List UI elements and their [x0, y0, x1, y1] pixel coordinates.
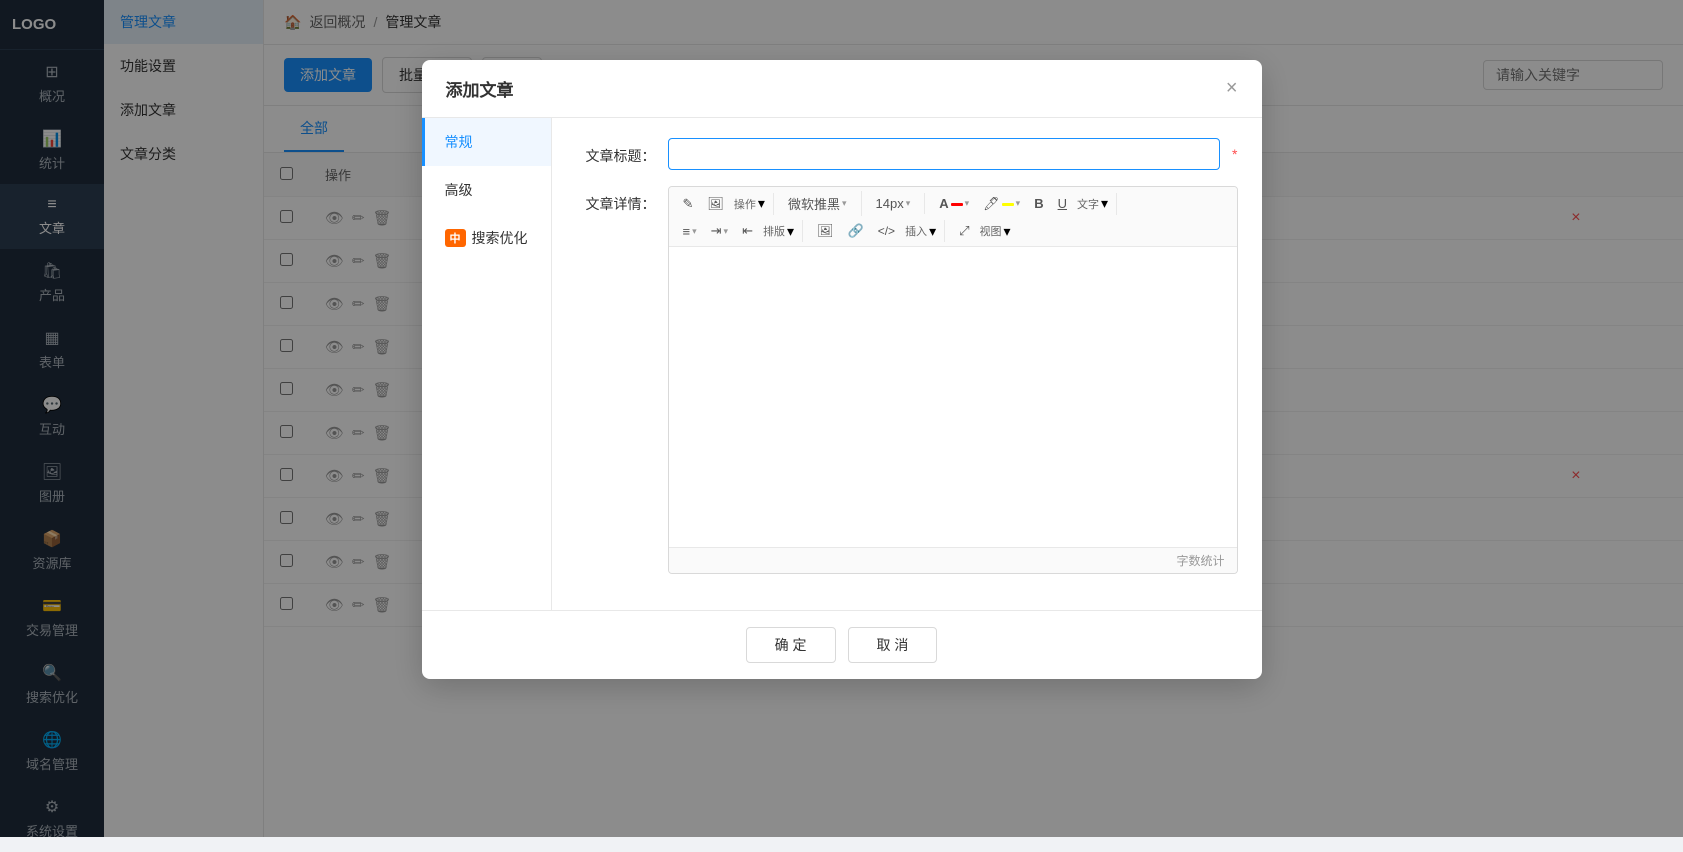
view-label: 视图	[980, 223, 1002, 239]
bg-color-btn[interactable]: 🖊 ▾	[977, 193, 1026, 215]
font-color-chevron: ▾	[965, 198, 970, 209]
detail-label: 文章详情：	[576, 186, 656, 214]
modal-nav-seo[interactable]: 中 搜索优化	[422, 214, 551, 262]
insert-code-btn[interactable]: </>	[872, 221, 901, 241]
font-family-btn[interactable]: 微软推黑 ▾	[782, 191, 853, 216]
font-size-btn[interactable]: 14px ▾	[870, 193, 917, 214]
insert-chevron: ▾	[929, 223, 936, 240]
modal-close-button[interactable]: ×	[1226, 77, 1238, 100]
font-size-chevron: ▾	[906, 198, 911, 209]
modal-form-content: 文章标题： * 文章详情： ✎	[552, 118, 1262, 610]
insert-label: 插入	[905, 223, 927, 239]
indent-right-chevron: ▾	[724, 226, 729, 237]
indent-left-btn[interactable]: ⇤	[736, 220, 759, 242]
underline-btn[interactable]: U	[1052, 193, 1073, 214]
fullscreen-btn[interactable]: ⤢	[953, 220, 975, 242]
editor-action-group: ✎ 🖼 操作 ▾	[677, 193, 774, 215]
modal-title: 添加文章	[446, 76, 514, 101]
insert-image-btn[interactable]: 🖼	[811, 220, 840, 242]
modal-header: 添加文章 ×	[422, 60, 1262, 118]
indent-right-btn[interactable]: ⇥ ▾	[705, 220, 734, 242]
align-btn[interactable]: ≡ ▾	[677, 221, 703, 242]
underline-icon: U	[1058, 196, 1067, 211]
title-label: 文章标题：	[576, 138, 656, 166]
editor-view-group: ⤢ 视图 ▾	[953, 220, 1018, 242]
indent-left-icon: ⇤	[742, 223, 753, 239]
insert-code-icon: </>	[878, 224, 895, 238]
undo-icon: ✎	[683, 196, 694, 212]
font-family-label: 微软推黑	[788, 194, 840, 213]
rich-text-editor: ✎ 🖼 操作 ▾ 微软推黑	[668, 186, 1238, 574]
editor-insert-group: 🖼 🔗 </> 插入 ▾	[811, 220, 945, 242]
seo-badge: 中	[445, 229, 466, 247]
editor-layout-group: ≡ ▾ ⇥ ▾ ⇤ 排版	[677, 220, 804, 242]
indent-right-icon: ⇥	[711, 223, 722, 239]
layout-label: 排版	[763, 223, 785, 239]
modal-nav-advanced[interactable]: 高级	[422, 166, 551, 214]
editor-text-group: A ▾ 🖊 ▾ B	[933, 193, 1117, 215]
align-icon: ≡	[683, 224, 691, 239]
editor-size-group: 14px ▾	[870, 193, 926, 214]
view-chevron: ▾	[1004, 223, 1011, 240]
bg-color-chevron: ▾	[1016, 198, 1021, 209]
word-count-label: 字数统计	[1176, 554, 1224, 568]
modal-nav-seo-label: 搜索优化	[472, 228, 528, 248]
modal-nav-general[interactable]: 常规	[422, 118, 551, 166]
add-article-modal: 添加文章 × 常规 高级 中 搜索优化 文章标题： *	[422, 60, 1262, 679]
insert-link-icon: 🔗	[848, 223, 864, 239]
bold-icon: B	[1034, 196, 1043, 211]
modal-footer: 确 定 取 消	[422, 610, 1262, 679]
bg-color-swatch	[1002, 203, 1014, 206]
text-label: 文字	[1077, 196, 1099, 212]
layout-chevron: ▾	[787, 223, 794, 240]
modal-body: 常规 高级 中 搜索优化 文章标题： * 文章详情：	[422, 118, 1262, 610]
action-label: 操作	[734, 196, 756, 212]
cancel-button[interactable]: 取 消	[848, 627, 938, 663]
article-title-input[interactable]	[668, 138, 1221, 170]
insert-image-icon: 🖼	[817, 223, 834, 239]
font-color-btn[interactable]: A ▾	[933, 193, 975, 214]
action-chevron: ▾	[758, 195, 765, 212]
fullscreen-icon: ⤢	[959, 223, 969, 239]
editor-toolbar: ✎ 🖼 操作 ▾ 微软推黑	[669, 187, 1237, 247]
image-icon: 🖼	[707, 196, 724, 212]
editor-image-btn[interactable]: 🖼	[701, 193, 730, 215]
bold-btn[interactable]: B	[1028, 193, 1049, 214]
font-family-chevron: ▾	[842, 198, 847, 209]
detail-form-row: 文章详情： ✎ 🖼 操作	[576, 186, 1238, 574]
title-form-row: 文章标题： *	[576, 138, 1238, 170]
font-color-swatch	[951, 203, 963, 206]
font-color-icon: A	[939, 196, 948, 211]
align-chevron: ▾	[692, 226, 697, 237]
editor-footer: 字数统计	[669, 547, 1237, 573]
modal-nav: 常规 高级 中 搜索优化	[422, 118, 552, 610]
font-size-label: 14px	[876, 196, 904, 211]
editor-area[interactable]	[669, 247, 1237, 547]
text-chevron: ▾	[1101, 195, 1108, 212]
editor-undo-btn[interactable]: ✎	[677, 193, 700, 215]
insert-link-btn[interactable]: 🔗	[842, 220, 870, 242]
confirm-button[interactable]: 确 定	[746, 627, 836, 663]
editor-font-group: 微软推黑 ▾	[782, 191, 862, 216]
modal-overlay: 添加文章 × 常规 高级 中 搜索优化 文章标题： *	[0, 0, 1683, 837]
title-required: *	[1232, 146, 1237, 162]
bg-color-icon: 🖊	[983, 196, 1000, 212]
